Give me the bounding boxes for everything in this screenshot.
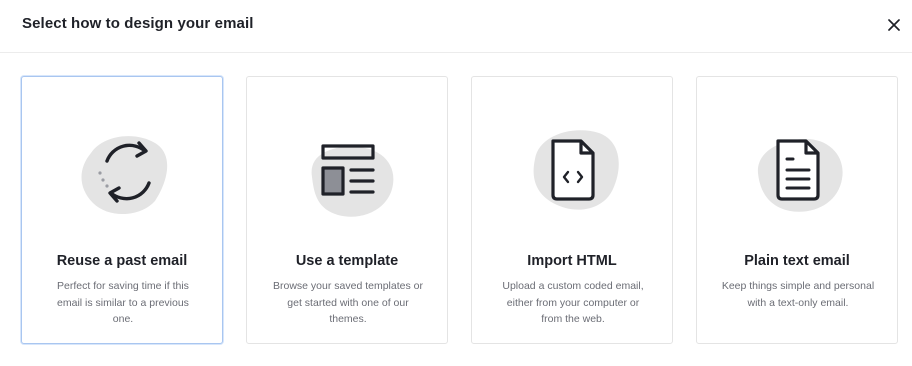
option-title: Plain text email (744, 253, 850, 269)
dialog-header: Select how to design your email (0, 0, 912, 53)
close-button[interactable] (884, 15, 904, 35)
close-icon[interactable] (884, 15, 904, 35)
option-card-plain-text-email[interactable]: Plain text email Keep things simple and … (696, 76, 898, 344)
option-card-reuse-past-email[interactable]: Reuse a past email Perfect for saving ti… (21, 76, 223, 344)
refresh-icon (63, 117, 183, 227)
option-title: Use a template (295, 253, 399, 269)
code-file-icon (513, 117, 633, 227)
option-card-import-html[interactable]: Import HTML Upload a custom coded email,… (471, 76, 673, 344)
option-title: Reuse a past email (56, 253, 188, 269)
text-document-icon (738, 117, 858, 227)
dialog-title: Select how to design your email (22, 15, 254, 32)
option-title: Import HTML (527, 253, 617, 269)
option-description: Keep things simple and personal with a t… (721, 280, 875, 309)
option-card-use-template[interactable]: Use a template Browse your saved templat… (246, 76, 448, 344)
design-email-dialog: Select how to design your email Reuse a … (0, 0, 912, 366)
option-description: Upload a custom coded email, either from… (502, 280, 644, 325)
option-description: Browse your saved templates or get start… (273, 280, 423, 325)
template-layout-icon (288, 117, 408, 227)
option-description: Perfect for saving time if this email is… (57, 280, 189, 325)
